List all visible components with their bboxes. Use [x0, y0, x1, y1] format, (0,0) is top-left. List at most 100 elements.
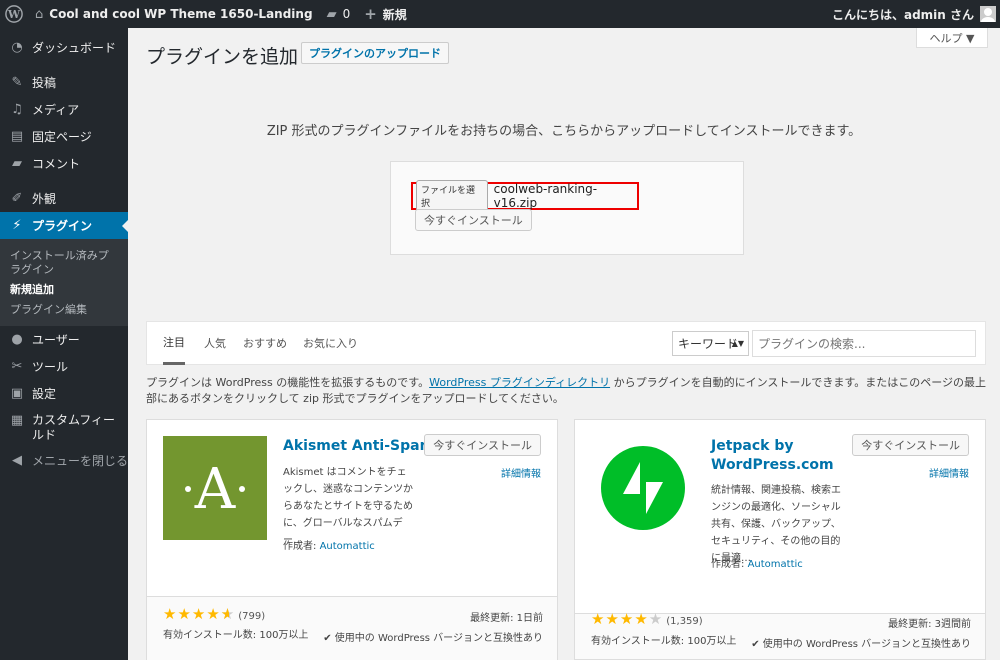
- comment-bubble-icon: ▰: [326, 6, 337, 22]
- author-link[interactable]: Automattic: [748, 559, 803, 570]
- tab-favorites[interactable]: お気に入り: [303, 322, 358, 364]
- more-details-link[interactable]: 詳細情報: [501, 465, 541, 480]
- user-icon: ●: [11, 332, 23, 347]
- svg-text:W: W: [7, 8, 21, 21]
- more-details-link[interactable]: 詳細情報: [929, 465, 969, 480]
- admin-bar: W ⌂ Cool and cool WP Theme 1650-Landing …: [0, 0, 1000, 28]
- plugin-name[interactable]: Jetpack by WordPress.com: [711, 437, 841, 475]
- menu-item-dashboard[interactable]: ◔ ダッシュボード: [0, 34, 128, 61]
- choose-file-button[interactable]: ファイルを選択: [416, 180, 488, 212]
- description-text-1: プラグインは WordPress の機能性を拡張するものです。: [146, 376, 430, 389]
- menu-item-pages[interactable]: ▤ 固定ページ: [0, 123, 128, 150]
- grid-icon: ▦: [10, 413, 24, 428]
- plugins-description: プラグインは WordPress の機能性を拡張するものです。WordPress…: [146, 375, 991, 407]
- comments-link[interactable]: ▰ 0: [320, 0, 358, 28]
- menu-label: 投稿: [32, 76, 57, 90]
- tab-popular[interactable]: 人気: [204, 322, 226, 364]
- plugin-icon: ⚡: [12, 218, 22, 233]
- rating-count: (799): [238, 611, 266, 622]
- wrench-icon: ✂: [11, 359, 23, 374]
- avatar: [980, 6, 996, 22]
- menu-item-plugins[interactable]: ⚡ プラグイン: [0, 212, 128, 239]
- last-updated: 最終更新: 3週間前: [888, 619, 971, 630]
- submenu-plugin-editor[interactable]: プラグイン編集: [0, 300, 128, 320]
- dashboard-icon: ◔: [11, 40, 23, 55]
- plus-icon: +: [364, 5, 377, 23]
- menu-item-tools[interactable]: ✂ ツール: [0, 353, 128, 380]
- jetpack-logo-icon[interactable]: [591, 436, 695, 540]
- pin-icon: ✎: [11, 75, 23, 90]
- install-button[interactable]: 今すぐインストール: [424, 434, 541, 456]
- tab-recommended[interactable]: おすすめ: [243, 322, 287, 364]
- author-link[interactable]: Automattic: [320, 541, 375, 552]
- menu-label: メニューを閉じる: [32, 454, 129, 468]
- media-icon: ♫: [11, 102, 23, 117]
- menu-label: プラグイン: [32, 219, 93, 233]
- submenu-add-new[interactable]: 新規追加: [0, 280, 128, 300]
- settings-icon: ▣: [10, 386, 24, 401]
- my-account-link[interactable]: こんにちは、admin さん: [825, 0, 1000, 28]
- menu-label: ユーザー: [32, 333, 80, 347]
- plugin-card-jetpack: Jetpack by WordPress.com 今すぐインストール 詳細情報 …: [574, 419, 986, 660]
- comments-count: 0: [342, 7, 351, 21]
- collapse-menu-button[interactable]: ◀ メニューを閉じる: [0, 447, 128, 474]
- site-name-link[interactable]: ⌂ Cool and cool WP Theme 1650-Landing: [28, 0, 320, 28]
- plugin-card-footer: ★★★★★ ★ (799) 最終更新: 1日前 有効インストール数: 100万以上 …: [147, 596, 557, 660]
- upload-instructions: ZIP 形式のプラグインファイルをお持ちの場合、こちらからアップロードしてインス…: [266, 124, 862, 139]
- star-rating: ★★★★★ (1,359): [591, 610, 703, 628]
- star-rating: ★★★★★ ★ (799): [163, 605, 266, 623]
- menu-label: ダッシュボード: [32, 41, 117, 55]
- menu-label: コメント: [32, 157, 81, 171]
- menu-item-comments[interactable]: ▰ コメント: [0, 150, 128, 177]
- page-title: プラグインを追加: [146, 46, 299, 68]
- appearance-icon: ✐: [11, 191, 23, 206]
- install-button[interactable]: 今すぐインストール: [852, 434, 969, 456]
- plugin-author: 作成者: Automattic: [711, 559, 803, 570]
- plugin-filter-bar: 注目 人気 おすすめ お気に入り キーワード ▲▼: [146, 321, 986, 365]
- greeting: こんにちは、admin さん: [831, 7, 974, 22]
- menu-item-media[interactable]: ♫ メディア: [0, 96, 128, 123]
- main-content: ヘルプ ▼ プラグインを追加 プラグインのアップロード ZIP 形式のプラグイン…: [128, 28, 1000, 660]
- submenu-installed-plugins[interactable]: インストール済みプラグイン: [0, 246, 128, 280]
- compatibility: ✔ 使用中の WordPress バージョンと互換性あり: [751, 639, 971, 650]
- upload-form: ファイルを選択 coolweb-ranking-v16.zip 今すぐインストー…: [390, 161, 744, 255]
- menu-label: 設定: [32, 387, 57, 401]
- search-type-value: キーワード: [678, 337, 739, 351]
- active-installs: 有効インストール数: 100万以上: [163, 630, 309, 641]
- new-label: 新規: [382, 7, 407, 22]
- wordpress-icon[interactable]: W: [0, 0, 28, 28]
- menu-label: ツール: [32, 360, 69, 374]
- tab-featured[interactable]: 注目: [163, 322, 185, 365]
- site-name: Cool and cool WP Theme 1650-Landing: [49, 7, 313, 21]
- select-arrows-icon: ▲▼: [731, 339, 744, 348]
- svg-text:A: A: [194, 457, 236, 522]
- menu-item-posts[interactable]: ✎ 投稿: [0, 69, 128, 96]
- plugin-card-akismet: A Akismet Anti-Spam 今すぐインストール 詳細情報 Akism…: [146, 419, 558, 660]
- upload-plugin-button[interactable]: プラグインのアップロード: [301, 42, 449, 64]
- menu-item-users[interactable]: ● ユーザー: [0, 326, 128, 353]
- menu-label: メディア: [32, 103, 80, 117]
- comment-icon: ▰: [12, 156, 22, 171]
- compatibility: ✔ 使用中の WordPress バージョンと互換性あり: [323, 633, 543, 644]
- akismet-logo-icon[interactable]: A: [163, 436, 267, 540]
- search-type-select[interactable]: キーワード ▲▼: [672, 331, 749, 356]
- plugin-directory-link[interactable]: WordPress プラグインディレクトリ: [429, 376, 610, 389]
- last-updated: 最終更新: 1日前: [470, 613, 543, 624]
- help-tab[interactable]: ヘルプ ▼: [916, 28, 988, 48]
- new-content-link[interactable]: + 新規: [357, 0, 414, 28]
- file-selector: ファイルを選択 coolweb-ranking-v16.zip: [411, 180, 639, 212]
- menu-item-appearance[interactable]: ✐ 外観: [0, 185, 128, 212]
- menu-item-custom-fields[interactable]: ▦ カスタムフィールド: [0, 407, 128, 447]
- plugin-name[interactable]: Akismet Anti-Spam: [283, 437, 434, 456]
- home-icon: ⌂: [35, 6, 44, 22]
- plugin-author: 作成者: Automattic: [283, 541, 375, 552]
- plugin-search-input[interactable]: [752, 330, 976, 357]
- active-installs: 有効インストール数: 100万以上: [591, 636, 737, 647]
- menu-label: カスタムフィールド: [32, 413, 116, 442]
- selected-file-name: coolweb-ranking-v16.zip: [493, 182, 598, 210]
- menu-item-settings[interactable]: ▣ 設定: [0, 380, 128, 407]
- page-icon: ▤: [10, 129, 24, 144]
- collapse-icon: ◀: [12, 453, 22, 468]
- menu-label: 外観: [32, 192, 57, 206]
- install-now-button[interactable]: 今すぐインストール: [415, 209, 532, 231]
